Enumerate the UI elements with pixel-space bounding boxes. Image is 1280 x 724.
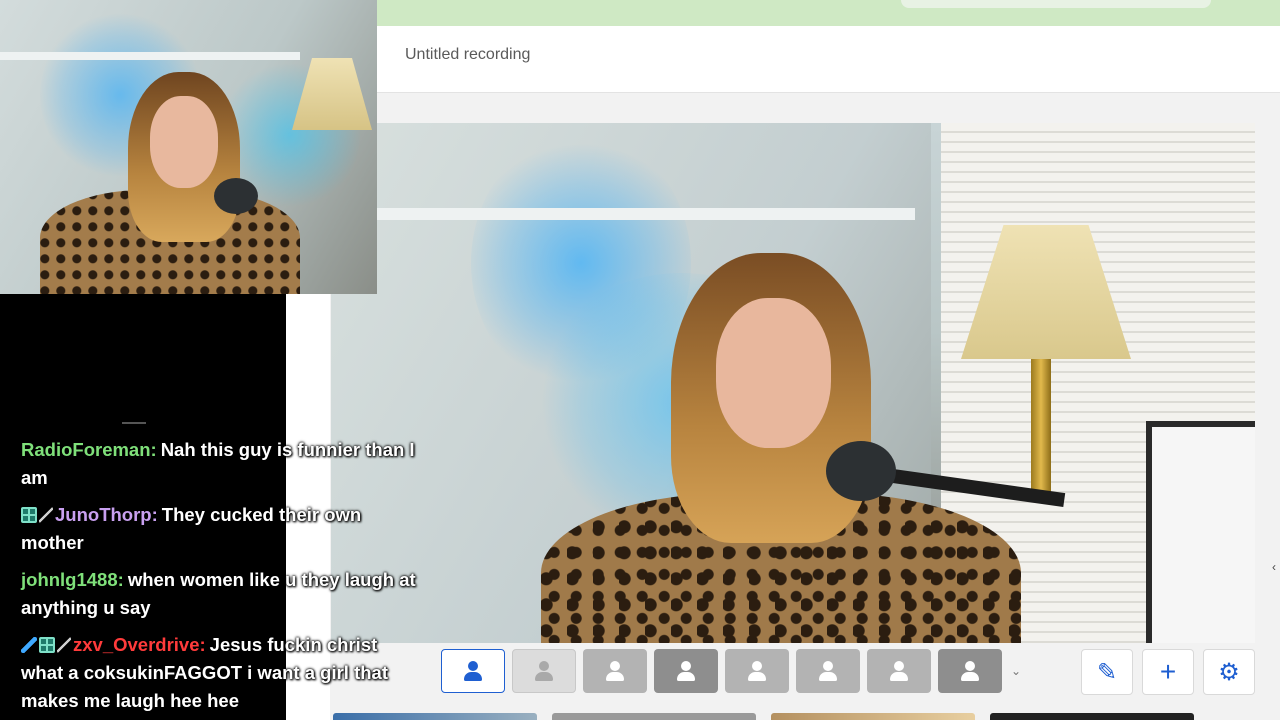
sword-badge-icon (21, 637, 37, 653)
layout-speaker-side-button[interactable] (583, 649, 647, 693)
layout-two-up-dark-button[interactable] (654, 649, 718, 693)
chat-message: RadioForeman: Nah this guy is funnier tha… (21, 436, 421, 492)
slash-badge-icon (39, 507, 53, 523)
person-icon (817, 660, 839, 682)
person-icon (604, 660, 626, 682)
chat-message: JunoThorp: They cucked their own mother (21, 501, 421, 557)
person-icon (959, 660, 981, 682)
action-buttons: ✎ + ⚙ (1081, 649, 1255, 695)
main-video[interactable]: 0p (331, 123, 1255, 643)
grid-badge-icon (39, 637, 55, 653)
chevron-down-icon[interactable]: ⌄ (1009, 649, 1023, 693)
microphone (826, 441, 896, 501)
top-green-bar (377, 0, 1280, 26)
top-pill (901, 0, 1211, 8)
webcam-mic (214, 178, 258, 214)
chat-message: johnlg1488: when women like u they laugh … (21, 566, 421, 622)
thumbnail-2[interactable] (552, 713, 756, 720)
gear-icon: ⚙ (1218, 658, 1240, 686)
streamer-face (716, 298, 831, 448)
thumbnail-3[interactable] (771, 713, 975, 720)
thumbnail-1[interactable] (333, 713, 537, 720)
layout-sidebar-button[interactable] (938, 649, 1002, 693)
scroll-indicator[interactable]: ‹ (1272, 560, 1276, 574)
person-icon (675, 660, 697, 682)
chat-username[interactable]: RadioForeman: (21, 439, 157, 460)
chat-username[interactable]: johnlg1488: (21, 569, 124, 590)
lamp-base (1031, 359, 1051, 499)
grid-badge-icon (21, 507, 37, 523)
layout-toolbar: ⌄ (441, 649, 1023, 695)
title-bar: Untitled recording (377, 26, 1280, 93)
edit-button[interactable]: ✎ (1081, 649, 1133, 695)
settings-button[interactable]: ⚙ (1203, 649, 1255, 695)
layout-grid-small-button[interactable] (512, 649, 576, 693)
thumbnail-4[interactable] (990, 713, 1194, 720)
chat-username[interactable]: JunoThorp: (55, 504, 158, 525)
chat-divider (122, 422, 146, 424)
chat-message: zxv_Overdrive: Jesus fuckin christ what a… (21, 631, 421, 715)
person-icon (462, 660, 484, 682)
monitor (1146, 421, 1255, 643)
streamer (501, 243, 1021, 643)
person-icon (888, 660, 910, 682)
plus-icon: + (1159, 656, 1177, 687)
webcam-shelf (0, 52, 300, 60)
slash-badge-icon (57, 637, 71, 653)
layout-two-up-button[interactable] (725, 649, 789, 693)
person-icon (533, 660, 555, 682)
layout-single-speaker-button[interactable] (441, 649, 505, 693)
shelf (375, 208, 915, 220)
chat-username[interactable]: zxv_Overdrive: (73, 634, 206, 655)
person-icon (746, 660, 768, 682)
webcam-face (150, 96, 218, 188)
pencil-icon: ✎ (1096, 658, 1118, 686)
recording-title[interactable]: Untitled recording (405, 46, 530, 64)
layout-split-button[interactable] (796, 649, 860, 693)
layout-presenter-button[interactable] (867, 649, 931, 693)
add-button[interactable]: + (1142, 649, 1194, 695)
webcam-overlay (0, 0, 377, 294)
chat-messages: RadioForeman: Nah this guy is funnier tha… (21, 436, 421, 724)
